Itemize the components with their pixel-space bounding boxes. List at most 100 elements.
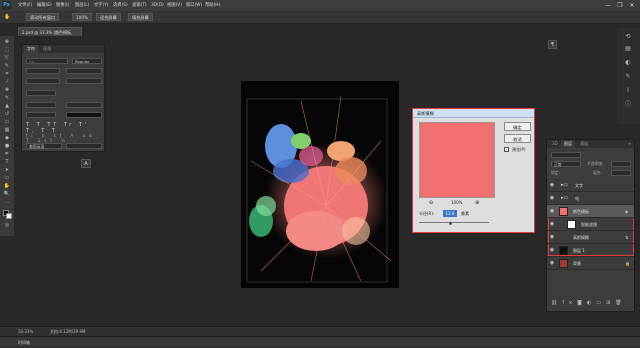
gradient-tool-icon[interactable]: ▦ [2, 127, 12, 133]
blur-preview[interactable] [419, 122, 495, 198]
adjustment-layer-icon[interactable]: ◐ [587, 300, 596, 306]
adjustments-icon[interactable]: ◐ [621, 58, 635, 68]
menu-layer[interactable]: 图层(L) [75, 0, 89, 11]
crop-tool-icon[interactable]: ⌗ [2, 71, 12, 77]
close-button[interactable]: ✕ [626, 0, 638, 11]
path-select-tool-icon[interactable]: ➤ [2, 167, 12, 173]
move-tool-icon[interactable]: ✥ [2, 39, 12, 45]
kerning-field[interactable] [26, 78, 60, 84]
info-icon[interactable]: ⓘ [621, 100, 635, 110]
panel-menu-icon[interactable]: ≡ [625, 140, 634, 148]
filter-type-select[interactable] [551, 152, 581, 158]
layer-row[interactable]: ◉ ▸▭ 电 [547, 192, 634, 205]
font-style-field[interactable]: Regular [72, 58, 102, 64]
visibility-icon[interactable]: ◉ [549, 221, 555, 227]
tab-3d[interactable]: 3D [549, 140, 561, 148]
tab-channels[interactable]: 通道 [577, 140, 591, 148]
brush-preset-icon[interactable]: ✎ [621, 72, 635, 82]
visibility-icon[interactable]: ◉ [549, 247, 555, 253]
cancel-button[interactable]: 取消 [504, 134, 531, 143]
visibility-icon[interactable]: ◉ [549, 208, 555, 214]
history-icon[interactable]: ⟲ [621, 32, 635, 42]
minimize-button[interactable]: — [602, 0, 614, 11]
visibility-icon[interactable]: ◉ [549, 234, 555, 240]
fill-field[interactable] [611, 170, 631, 176]
anti-alias-select[interactable] [66, 143, 102, 149]
delete-layer-icon[interactable]: 🗑 [615, 300, 626, 306]
eyedropper-tool-icon[interactable]: ⁄ [2, 79, 12, 85]
menu-window[interactable]: 窗口(W) [186, 0, 202, 11]
stamp-tool-icon[interactable]: ▲ [2, 103, 12, 109]
radius-slider-handle[interactable]: ▲ [449, 220, 452, 225]
menu-type[interactable]: 文字(Y) [94, 0, 109, 11]
scroll-all-windows-checkbox[interactable]: 滚动所有窗口 [26, 13, 60, 21]
radius-input[interactable]: 12.0 [443, 210, 457, 217]
scale-field[interactable] [26, 90, 56, 96]
shape-tool-icon[interactable]: ▭ [2, 175, 12, 181]
healing-tool-icon[interactable]: ✚ [2, 87, 12, 93]
layer-row[interactable]: ◉ 背景 🔒 [547, 257, 634, 270]
character-panel-icon[interactable]: A [81, 159, 91, 168]
type-style-buttons[interactable]: T T TT Tr T' T, T T [26, 122, 102, 134]
link-layers-icon[interactable]: ⛓ [551, 300, 562, 306]
add-mask-icon[interactable]: ◙ [577, 300, 587, 306]
menu-select[interactable]: 选择(S) [113, 0, 128, 11]
visibility-icon[interactable]: ◉ [549, 182, 555, 188]
quick-select-tool-icon[interactable]: ✎ [2, 63, 12, 69]
menu-file[interactable]: 文件(F) [18, 0, 32, 11]
eraser-tool-icon[interactable]: ▭ [2, 119, 12, 125]
language-select[interactable]: 美国英语 [26, 143, 62, 149]
layer-row[interactable]: ◉ 智能滤镜 [547, 218, 634, 231]
properties-icon[interactable]: ▤ [621, 44, 635, 54]
menu-filter[interactable]: 滤镜(T) [132, 0, 147, 11]
tracking-field[interactable] [66, 78, 102, 84]
zoom-100-button[interactable]: 100% [72, 13, 92, 21]
visibility-icon[interactable]: ◉ [549, 195, 555, 201]
font-family-field[interactable]: Aa... [26, 58, 68, 64]
opacity-field[interactable] [611, 161, 631, 167]
new-group-icon[interactable]: ▭ [596, 300, 606, 306]
menu-help[interactable]: 帮助(H) [205, 0, 220, 11]
fill-screen-button[interactable]: 填充屏幕 [128, 13, 153, 21]
hand-tool-icon[interactable]: ✋ [4, 14, 10, 20]
more-tools-icon[interactable]: … [2, 199, 12, 205]
tab-character[interactable]: 字符 [24, 45, 38, 53]
paths-icon[interactable]: ⌇ [621, 86, 635, 96]
zoom-out-icon[interactable]: ⊖ [429, 200, 433, 206]
quick-mask-icon[interactable]: ◎ [2, 222, 12, 228]
brush-tool-icon[interactable]: ✎ [2, 95, 12, 101]
superscript-icon[interactable]: T' [79, 122, 89, 128]
fit-screen-button[interactable]: 适合屏幕 [96, 13, 121, 21]
baseline-shift-field[interactable] [26, 112, 56, 118]
font-size-field[interactable] [26, 68, 60, 74]
blur-tool-icon[interactable]: ◆ [2, 135, 12, 141]
type-tool-icon[interactable]: T [2, 159, 12, 165]
timeline-label[interactable]: 时间轴 [18, 337, 30, 348]
layer-row-selected[interactable]: ◉ 颜色模板 ◈ [547, 205, 634, 218]
opentype-buttons[interactable]: fi σ st A ad T 1st ½ [26, 133, 102, 143]
paragraph-icon[interactable]: ¶ [548, 40, 557, 49]
blend-mode-select[interactable]: 正常 [551, 161, 581, 167]
menu-3d[interactable]: 3D(D) [151, 0, 164, 11]
hand-tool-icon[interactable]: ✋ [2, 183, 12, 189]
dodge-tool-icon[interactable]: ● [2, 143, 12, 149]
menu-image[interactable]: 图像(I) [56, 0, 69, 11]
menu-view[interactable]: 视图(V) [167, 0, 182, 11]
small-caps-icon[interactable]: Tr [64, 122, 74, 128]
vertical-scale-field[interactable] [26, 102, 56, 108]
layer-style-icon[interactable]: fx [562, 300, 577, 306]
leading-field[interactable] [66, 68, 102, 74]
radius-slider-track[interactable] [419, 222, 489, 223]
document-tab[interactable]: 2.psd @ 33.3% (颜色模板, RGB/8#) * [18, 27, 82, 44]
visibility-icon[interactable]: ◉ [549, 260, 555, 266]
pen-tool-icon[interactable]: ✒ [2, 151, 12, 157]
tab-paragraph[interactable]: 段落 [40, 45, 54, 53]
history-brush-tool-icon[interactable]: ↺ [2, 111, 12, 117]
lasso-tool-icon[interactable]: ➰ [2, 55, 12, 61]
preview-checkbox[interactable]: ✓ [504, 147, 509, 152]
marquee-tool-icon[interactable]: ⬚ [2, 47, 12, 53]
tab-layers[interactable]: 图层 [561, 140, 575, 148]
horizontal-scale-field[interactable] [66, 102, 102, 108]
menu-edit[interactable]: 编辑(E) [37, 0, 52, 11]
layer-row[interactable]: ◉ 图层 1 [547, 244, 634, 257]
